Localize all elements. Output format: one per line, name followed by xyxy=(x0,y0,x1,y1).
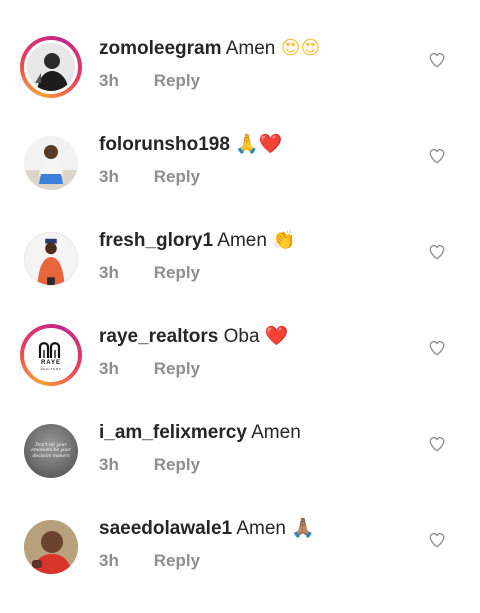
comment-text: Amen xyxy=(225,38,276,59)
comment-emoji: 🙏🏽 xyxy=(291,517,315,539)
reply-button[interactable]: Reply xyxy=(154,71,200,90)
avatar[interactable] xyxy=(24,232,78,286)
comment-text: Amen xyxy=(217,230,267,251)
comment-text: Oba xyxy=(223,326,260,347)
heart-outline-icon[interactable] xyxy=(428,147,446,165)
comment-item: folorunsho198 🙏❤️ 3h Reply xyxy=(0,128,480,224)
comment-username[interactable]: fresh_glory1 xyxy=(99,230,213,251)
comment-timestamp: 3h xyxy=(99,455,119,474)
avatar[interactable]: RAYE REALTORS xyxy=(24,328,78,382)
avatar-wrap[interactable] xyxy=(20,516,82,578)
reply-button[interactable]: Reply xyxy=(154,551,200,570)
avatar[interactable] xyxy=(24,136,78,190)
comment-item: RAYE REALTORS raye_realtors Oba ❤️ 3h Re… xyxy=(0,320,480,416)
heart-outline-icon[interactable] xyxy=(428,435,446,453)
comment-emoji: 👏 xyxy=(272,229,296,251)
reply-button[interactable]: Reply xyxy=(154,359,200,378)
comment-timestamp: 3h xyxy=(99,263,119,282)
reply-button[interactable]: Reply xyxy=(154,455,200,474)
avatar-image xyxy=(24,136,78,190)
avatar[interactable]: Don't let your emotions be your decision… xyxy=(24,424,78,478)
avatar-wrap[interactable] xyxy=(20,132,82,194)
raye-logo-word: RAYE xyxy=(40,360,62,366)
comment-item: zomoleegram Amen 😍😍 3h Reply xyxy=(0,32,480,128)
comment-text: Amen xyxy=(251,422,301,443)
heart-outline-icon[interactable] xyxy=(428,531,446,549)
comment-timestamp: 3h xyxy=(99,551,119,570)
heart-outline-icon[interactable] xyxy=(428,339,446,357)
comment-username[interactable]: i_am_felixmercy xyxy=(99,422,247,443)
heart-outline-icon[interactable] xyxy=(428,243,446,261)
avatar[interactable] xyxy=(24,520,78,574)
comment-timestamp: 3h xyxy=(99,167,119,186)
avatar-wrap[interactable]: Don't let your emotions be your decision… xyxy=(20,420,82,482)
avatar-quote-text: Don't let your emotions be your decision… xyxy=(31,442,71,459)
comment-timestamp: 3h xyxy=(99,71,119,90)
avatar-wrap[interactable] xyxy=(20,228,82,290)
comment-emoji: 🙏❤️ xyxy=(235,133,283,155)
comment-emoji: 😍😍 xyxy=(280,37,321,59)
comment-username[interactable]: saeedolawale1 xyxy=(99,518,232,539)
raye-logo-mark xyxy=(38,342,61,358)
raye-logo-subword: REALTORS xyxy=(40,367,62,371)
heart-outline-icon[interactable] xyxy=(428,51,446,69)
comment-emoji: ❤️ xyxy=(264,325,289,347)
avatar-image xyxy=(24,520,78,574)
avatar-story-ring[interactable] xyxy=(20,36,82,98)
avatar-image xyxy=(27,43,75,91)
reply-button[interactable]: Reply xyxy=(154,263,200,282)
avatar-story-ring[interactable]: RAYE REALTORS xyxy=(20,324,82,386)
comment-timestamp: 3h xyxy=(99,359,119,378)
comment-item: fresh_glory1 Amen 👏 3h Reply xyxy=(0,224,480,320)
comment-list: zomoleegram Amen 😍😍 3h Reply folorunsho1… xyxy=(0,0,480,613)
avatar[interactable] xyxy=(24,40,78,94)
comment-text: Amen xyxy=(236,518,286,539)
comment-item: saeedolawale1 Amen 🙏🏽 3h Reply xyxy=(0,512,480,608)
comment-username[interactable]: zomoleegram xyxy=(99,38,221,59)
avatar-image xyxy=(25,233,77,285)
comment-username[interactable]: raye_realtors xyxy=(99,326,218,347)
comment-item: Don't let your emotions be your decision… xyxy=(0,416,480,512)
reply-button[interactable]: Reply xyxy=(154,167,200,186)
comment-username[interactable]: folorunsho198 xyxy=(99,134,230,155)
